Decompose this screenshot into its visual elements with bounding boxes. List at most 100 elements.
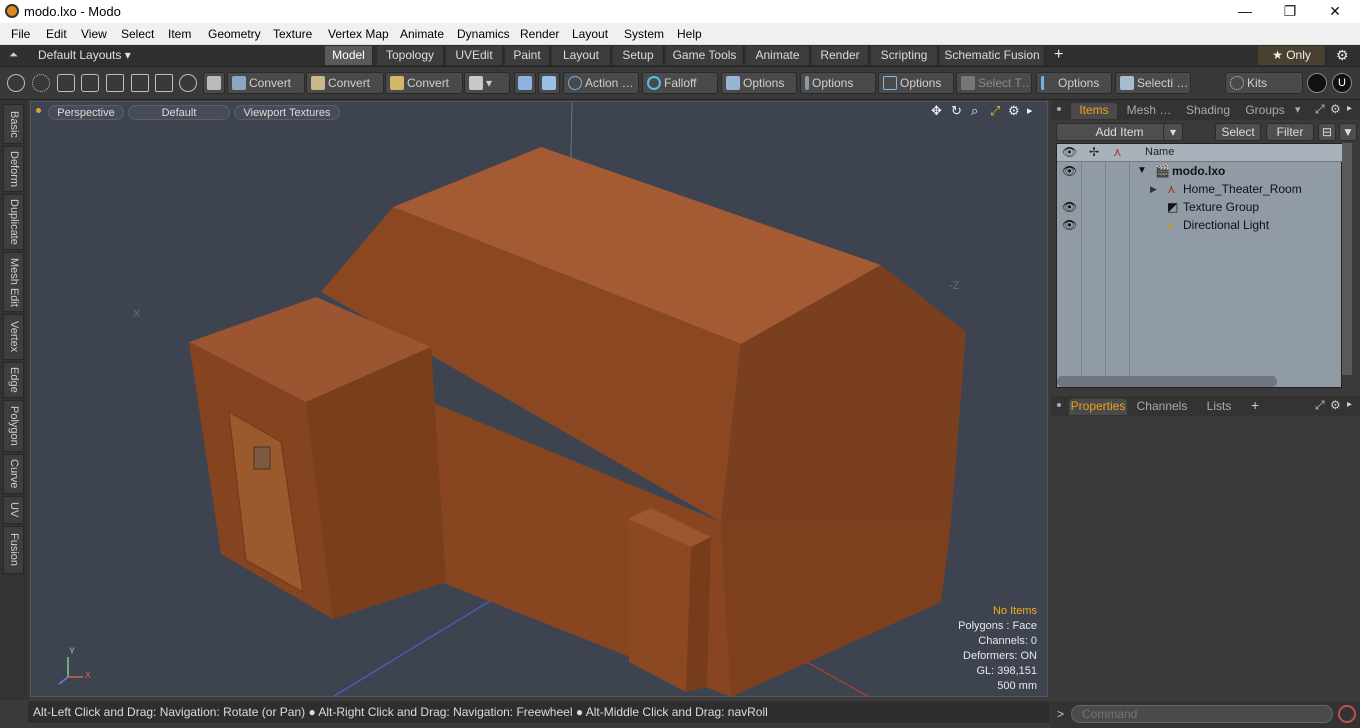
options-button-2[interactable]: Options [800,72,876,94]
tab-vertex[interactable]: Vertex [3,314,24,360]
tab-duplicate[interactable]: Duplicate [3,194,24,250]
tab-setup[interactable]: Setup [613,46,664,65]
tab-fusion[interactable]: Fusion [3,526,24,574]
perspective-button[interactable]: Perspective [48,105,124,120]
viewport-textures-button[interactable]: Viewport Textures [234,105,340,120]
item-mode-icon[interactable] [81,74,99,92]
only-button[interactable]: ★ Only [1258,46,1326,65]
viewport-gear-icon[interactable]: ⚙ [1008,103,1020,119]
filter-funnel-icon[interactable]: ▼ [1339,123,1357,141]
type-column-icon[interactable]: ⋏ [1113,145,1122,159]
visibility-eye-icon[interactable]: 👁 [1062,198,1077,216]
layout-arrow-icon[interactable]: ⏶ [9,49,18,62]
tab-schematic-fusion[interactable]: Schematic Fusion [940,46,1045,65]
select-button[interactable]: Select [1215,123,1261,141]
visibility-eye-icon[interactable]: 👁 [1062,162,1077,180]
options-button-3[interactable]: Options [878,72,954,94]
visibility-eye-icon[interactable]: 👁 [1062,216,1077,234]
options-button-1[interactable]: Options [721,72,797,94]
snap-icon[interactable] [538,72,560,94]
auto-select-icon[interactable] [179,74,197,92]
menu-view[interactable]: View [81,27,107,41]
tab-scripting[interactable]: Scripting [871,46,938,65]
name-column-header[interactable]: Name [1145,146,1174,158]
tabs-dropdown-icon[interactable]: ▾ [1295,103,1301,116]
shading-default-button[interactable]: Default [128,105,230,120]
unity-icon[interactable] [1307,73,1327,93]
mesh-dropdown[interactable]: ▾ [464,72,510,94]
item-row-directional-light[interactable]: 👁 ◐ Directional Light [1057,216,1343,234]
menu-render[interactable]: Render [520,27,559,41]
tab-animate[interactable]: Animate [746,46,810,65]
symmetry-icon[interactable] [514,72,536,94]
menu-dynamics[interactable]: Dynamics [457,27,510,41]
collapse-icon[interactable]: ⊟ [1318,123,1336,141]
menu-select[interactable]: Select [121,27,154,41]
visibility-column-icon[interactable]: 👁 [1062,145,1077,159]
tab-curve[interactable]: Curve [3,454,24,494]
minimize-button[interactable]: — [1222,0,1268,23]
polygon-mode-icon[interactable] [57,74,75,92]
tab-topology[interactable]: Topology [377,46,444,65]
menu-help[interactable]: Help [677,27,702,41]
menu-file[interactable]: File [11,27,30,41]
convert-button-2[interactable]: Convert [306,72,384,94]
add-tab-button[interactable]: + [1054,46,1063,64]
scene-canvas[interactable] [31,102,1048,697]
expand-panel-icon[interactable]: ⤢ [1315,398,1325,413]
panel-menu-arrow-icon[interactable]: ▸ [1347,399,1352,410]
add-panel-tab-button[interactable]: + [1251,397,1259,413]
menu-layout[interactable]: Layout [572,27,608,41]
expand-panel-icon[interactable]: ⤢ [1315,102,1325,117]
tab-polygon[interactable]: Polygon [3,400,24,452]
menu-system[interactable]: System [624,27,664,41]
tab-properties[interactable]: Properties [1069,399,1127,415]
tab-layout[interactable]: Layout [552,46,611,65]
item-row-texture-group[interactable]: 👁 ◩ Texture Group [1057,198,1343,216]
selection-button[interactable]: Selecti … [1115,72,1191,94]
gear-icon[interactable]: ⚙ [1336,47,1349,64]
edge-mode-icon[interactable] [32,74,50,92]
kits-button[interactable]: Kits [1225,72,1303,94]
tab-lists[interactable]: Lists [1199,399,1239,415]
tab-channels[interactable]: Channels [1133,399,1191,415]
record-icon[interactable] [1338,705,1356,723]
filter-button[interactable]: Filter [1266,123,1314,141]
tab-mesh-edit[interactable]: Mesh Edit [3,252,24,312]
maximize-button[interactable]: ❐ [1267,0,1313,23]
center-mode-icon[interactable] [155,74,173,92]
fit-view-icon[interactable]: ⤢ [990,103,1000,119]
panel-gear-icon[interactable]: ⚙ [1330,102,1341,116]
tab-render[interactable]: Render [812,46,869,65]
tab-model[interactable]: Model [325,46,373,65]
menu-texture[interactable]: Texture [273,27,312,41]
options-button-4[interactable]: Options [1036,72,1112,94]
expand-arrow-icon[interactable]: ▶ [1150,180,1157,198]
menu-edit[interactable]: Edit [46,27,67,41]
tab-basic[interactable]: Basic [3,104,24,144]
item-row-scene[interactable]: 👁 ▼ 🎬 modo.lxo [1057,162,1343,180]
command-input[interactable] [1071,705,1333,723]
vertical-scrollbar[interactable] [1342,143,1352,375]
tab-uv[interactable]: UV [3,496,24,524]
expand-arrow-icon[interactable]: ▼ [1137,162,1147,180]
panel-gear-icon[interactable]: ⚙ [1330,398,1341,412]
tab-paint[interactable]: Paint [505,46,550,65]
horizontal-scrollbar[interactable] [1057,376,1277,387]
tab-shading[interactable]: Shading [1181,103,1235,119]
tab-items[interactable]: Items [1071,103,1117,119]
tab-edge[interactable]: Edge [3,362,24,398]
panel-menu-arrow-icon[interactable]: ▸ [1347,103,1352,114]
tab-deform[interactable]: Deform [3,146,24,192]
item-row-mesh[interactable]: ▶ ⋏ Home_Theater_Room [1057,180,1343,198]
viewport-dot-icon[interactable] [36,108,41,113]
tab-groups[interactable]: Groups [1239,103,1291,119]
menu-animate[interactable]: Animate [400,27,444,41]
tab-mesh[interactable]: Mesh … [1123,103,1175,119]
default-layouts-dropdown[interactable]: Default Layouts ▾ [38,48,131,62]
panel-dot-icon[interactable] [1057,403,1061,407]
menu-geometry[interactable]: Geometry [208,27,261,41]
tab-game-tools[interactable]: Game Tools [666,46,744,65]
menu-item[interactable]: Item [168,27,191,41]
move-view-icon[interactable]: ✥ [931,103,942,119]
